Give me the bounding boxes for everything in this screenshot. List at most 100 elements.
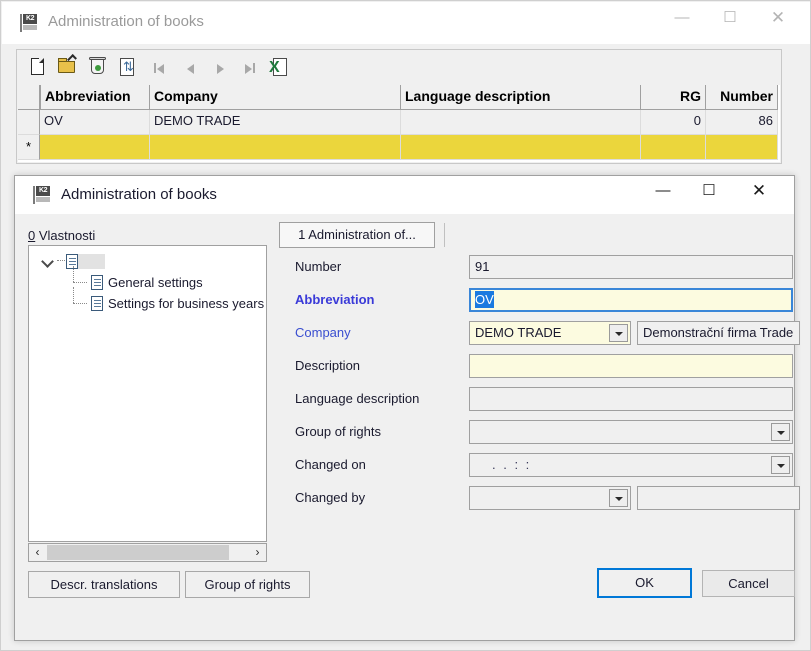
main-window-title: Administration of books bbox=[48, 13, 204, 30]
cell-rg[interactable]: 0 bbox=[641, 110, 706, 135]
tree-connector bbox=[73, 272, 91, 292]
column-header-rg[interactable]: RG bbox=[641, 85, 706, 110]
label-changed-on: Changed on bbox=[295, 453, 366, 477]
changed-by-combo[interactable] bbox=[469, 486, 631, 510]
tree-node-general-settings[interactable]: General settings bbox=[73, 272, 203, 292]
records-grid: Abbreviation Company Language descriptio… bbox=[18, 85, 780, 162]
delete-record-icon[interactable] bbox=[85, 55, 111, 79]
last-record-icon[interactable] bbox=[239, 55, 265, 79]
main-minimize-button[interactable]: — bbox=[659, 3, 705, 33]
tab-administration-of-books[interactable]: 1 Administration of... bbox=[279, 222, 435, 248]
form-row-description: Description bbox=[279, 354, 787, 378]
tree-node-business-years-label: Settings for business years bbox=[108, 296, 264, 311]
properties-tree[interactable]: General settings Settings for business y… bbox=[28, 245, 267, 542]
chevron-down-icon[interactable] bbox=[771, 423, 790, 441]
dialog-k2-app-icon: K2 bbox=[33, 185, 53, 205]
description-field[interactable] bbox=[469, 354, 793, 378]
language-description-field[interactable] bbox=[469, 387, 793, 411]
open-record-icon[interactable] bbox=[55, 55, 81, 79]
company-combo[interactable]: DEMO TRADE bbox=[469, 321, 631, 345]
label-group-of-rights: Group of rights bbox=[295, 420, 381, 444]
main-window-content: ⇅ X Abbreviation bbox=[16, 49, 782, 164]
cell-abbreviation[interactable]: OV bbox=[40, 110, 150, 135]
column-header-language-description[interactable]: Language description bbox=[401, 85, 641, 110]
form-row-language-description: Language description bbox=[279, 387, 787, 411]
cell-language-description[interactable] bbox=[401, 110, 641, 135]
ok-button[interactable]: OK bbox=[597, 568, 692, 598]
export-excel-icon[interactable]: X bbox=[267, 55, 293, 79]
new-cell-abbreviation[interactable] bbox=[40, 135, 150, 160]
new-row-marker: * bbox=[18, 135, 40, 160]
column-header-number[interactable]: Number bbox=[706, 85, 778, 110]
form-row-changed-by: Changed by bbox=[279, 486, 787, 510]
record-form: Number 91 Abbreviation OV Company DEMO T… bbox=[279, 255, 787, 535]
tab-separator bbox=[444, 223, 445, 247]
changed-on-field[interactable]: . . : : bbox=[469, 453, 793, 477]
dialog-title: Administration of books bbox=[61, 186, 217, 203]
tree-node-business-years[interactable]: Settings for business years bbox=[73, 293, 264, 313]
tree-connector bbox=[73, 293, 91, 313]
label-description: Description bbox=[295, 354, 360, 378]
abbreviation-field[interactable]: OV bbox=[469, 288, 793, 312]
scroll-left-icon[interactable]: ‹ bbox=[29, 544, 46, 561]
cell-number[interactable]: 86 bbox=[706, 110, 778, 135]
main-window-titlebar: K2 Administration of books — ☐ ✕ bbox=[2, 2, 810, 44]
changed-by-name-field bbox=[637, 486, 800, 510]
number-field[interactable]: 91 bbox=[469, 255, 793, 279]
grid-toolbar: ⇅ X bbox=[17, 50, 781, 85]
chevron-down-icon[interactable] bbox=[41, 254, 55, 268]
previous-record-icon[interactable] bbox=[179, 55, 205, 79]
column-header-company[interactable]: Company bbox=[150, 85, 401, 110]
dialog-minimize-button[interactable]: — bbox=[640, 176, 686, 206]
grid-gutter-header bbox=[18, 85, 40, 110]
tab-strip: 1 Administration of... bbox=[279, 222, 779, 248]
cancel-button[interactable]: Cancel bbox=[702, 570, 795, 597]
form-row-abbreviation: Abbreviation OV bbox=[279, 288, 787, 312]
refresh-record-icon[interactable]: ⇅ bbox=[115, 55, 141, 79]
tree-horizontal-scrollbar[interactable]: ‹ › bbox=[28, 543, 267, 562]
tree-connector bbox=[57, 260, 65, 262]
form-row-company: Company DEMO TRADE Demonstrační firma Tr… bbox=[279, 321, 787, 345]
label-abbreviation: Abbreviation bbox=[295, 288, 374, 312]
scrollbar-thumb[interactable] bbox=[47, 545, 229, 560]
new-cell-company[interactable] bbox=[150, 135, 401, 160]
administration-of-books-dialog: K2 Administration of books — ☐ ✕ 0 Vlast… bbox=[14, 175, 795, 641]
form-row-group-of-rights: Group of rights bbox=[279, 420, 787, 444]
label-number: Number bbox=[295, 255, 341, 279]
descr-translations-button[interactable]: Descr. translations bbox=[28, 571, 180, 598]
properties-label: 0 Vlastnosti bbox=[28, 228, 95, 243]
label-changed-by: Changed by bbox=[295, 486, 365, 510]
main-maximize-button[interactable]: ☐ bbox=[707, 3, 753, 33]
chevron-down-icon[interactable] bbox=[609, 489, 628, 507]
company-combo-value: DEMO TRADE bbox=[475, 325, 561, 340]
page-stack-icon bbox=[91, 296, 103, 311]
tree-node-general-settings-label: General settings bbox=[108, 275, 203, 290]
table-row-new[interactable]: * bbox=[18, 135, 780, 160]
properties-label-text: Vlastnosti bbox=[35, 228, 95, 243]
first-record-icon[interactable] bbox=[149, 55, 175, 79]
dialog-maximize-button[interactable]: ☐ bbox=[686, 176, 732, 206]
dialog-titlebar: K2 Administration of books — ☐ ✕ bbox=[15, 176, 794, 214]
new-record-icon[interactable] bbox=[25, 55, 51, 79]
dialog-close-button[interactable]: ✕ bbox=[736, 176, 782, 206]
group-of-rights-button[interactable]: Group of rights bbox=[185, 571, 310, 598]
row-marker bbox=[18, 110, 40, 135]
label-language-description: Language description bbox=[295, 387, 419, 411]
cell-company[interactable]: DEMO TRADE bbox=[150, 110, 401, 135]
changed-on-value: . . : : bbox=[492, 457, 531, 472]
chevron-down-icon[interactable] bbox=[771, 456, 790, 474]
chevron-down-icon[interactable] bbox=[609, 324, 628, 342]
form-row-changed-on: Changed on . . : : bbox=[279, 453, 787, 477]
page-icon bbox=[91, 275, 103, 290]
group-of-rights-combo[interactable] bbox=[469, 420, 793, 444]
column-header-abbreviation[interactable]: Abbreviation bbox=[40, 85, 150, 110]
table-row[interactable]: OV DEMO TRADE 0 86 bbox=[18, 110, 780, 135]
label-company: Company bbox=[295, 321, 351, 345]
grid-header-row: Abbreviation Company Language descriptio… bbox=[18, 85, 780, 110]
next-record-icon[interactable] bbox=[209, 55, 235, 79]
new-cell-rg[interactable] bbox=[641, 135, 706, 160]
new-cell-language-description[interactable] bbox=[401, 135, 641, 160]
scroll-right-icon[interactable]: › bbox=[249, 544, 266, 561]
new-cell-number[interactable] bbox=[706, 135, 778, 160]
main-close-button[interactable]: ✕ bbox=[755, 3, 801, 33]
